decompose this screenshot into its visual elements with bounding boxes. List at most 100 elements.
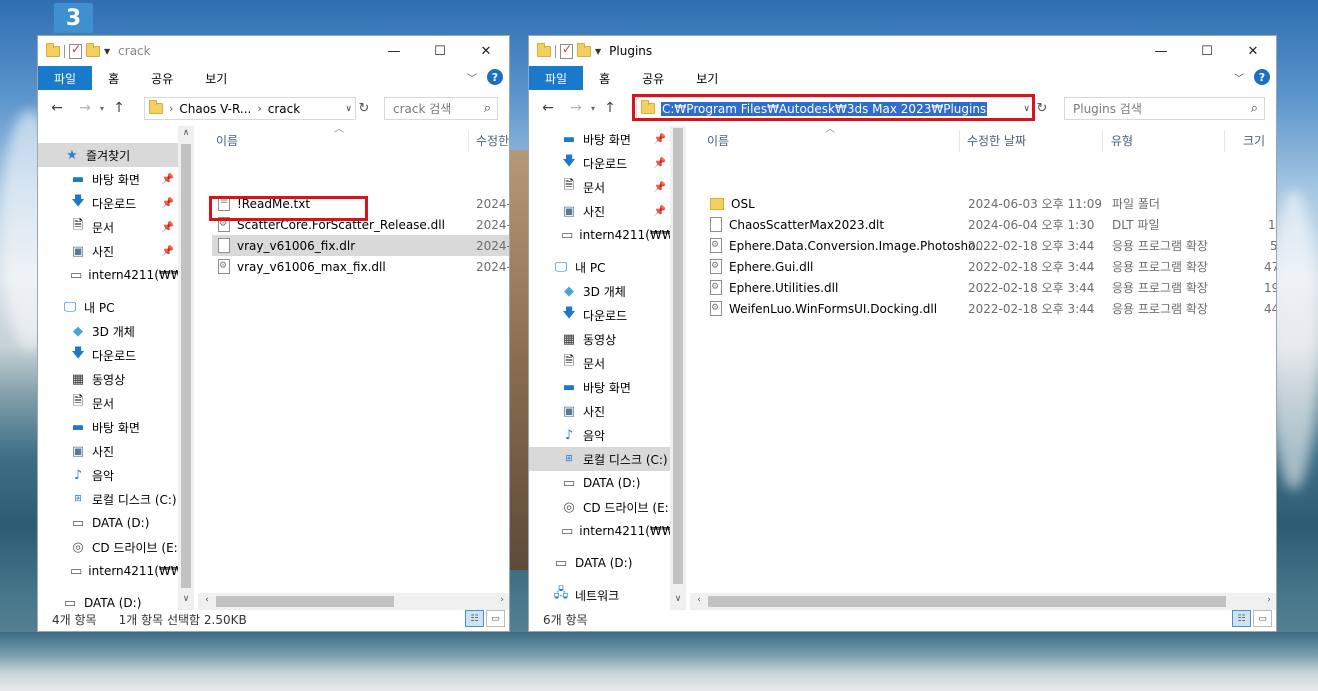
breadcrumb-arrow-icon[interactable]: ›: [257, 102, 261, 115]
file-row[interactable]: WeifenLuo.WinFormsUI.Docking.dll 2022-02…: [704, 298, 1276, 319]
help-icon[interactable]: ?: [1254, 69, 1270, 85]
recent-locations-icon[interactable]: ▾: [96, 104, 108, 113]
nav-data-drive-2[interactable]: ▭ DATA (D:): [529, 551, 670, 575]
customize-dropdown-icon[interactable]: ▼: [104, 47, 110, 56]
file-row[interactable]: OSL 2024-06-03 오후 11:09 파일 폴더: [704, 193, 1276, 214]
file-row[interactable]: Ephere.Data.Conversion.Image.Photosho...…: [704, 235, 1276, 256]
file-row[interactable]: vray_v61006_max_fix.dll 2024-0: [212, 256, 509, 277]
up-button[interactable]: ↑: [599, 100, 621, 116]
nav-cd-drive[interactable]: ◎ CD 드라이브 (E:: [38, 535, 178, 559]
column-header-size[interactable]: 크기: [1243, 126, 1265, 154]
nav-desktop[interactable]: ▬ 바탕 화면 📌: [529, 127, 670, 151]
nav-downloads-pc[interactable]: 🡇 다운로드: [38, 343, 178, 367]
nav-scrollbar[interactable]: ∨: [670, 126, 686, 610]
scroll-left-icon[interactable]: ‹: [692, 595, 706, 605]
scroll-up-icon[interactable]: ∧: [179, 128, 193, 138]
nav-documents-pc[interactable]: 🗎 문서: [38, 391, 178, 415]
tab-file[interactable]: 파일: [38, 66, 93, 90]
column-header-name[interactable]: 이름 ︿: [216, 124, 466, 154]
customize-dropdown-icon[interactable]: ▼: [595, 47, 601, 56]
file-row[interactable]: Ephere.Utilities.dll 2022-02-18 오후 3:44 …: [704, 277, 1276, 298]
tab-home[interactable]: 홈: [583, 66, 626, 90]
pin-icon[interactable]: 📌: [654, 182, 666, 193]
scroll-down-icon[interactable]: ∨: [179, 594, 193, 604]
column-divider[interactable]: [1102, 130, 1103, 152]
column-header-name[interactable]: 이름 ︿: [707, 124, 957, 154]
nav-documents[interactable]: 🗎 문서 📌: [38, 215, 178, 239]
nav-local-disk[interactable]: ⊞ 로컬 디스크 (C:): [529, 447, 670, 471]
nav-network-drive[interactable]: ▭ intern4211(₩₩ir: [38, 263, 191, 287]
column-divider[interactable]: [1224, 130, 1225, 152]
details-view-button[interactable]: ☷: [465, 610, 484, 627]
nav-desktop[interactable]: ▬ 바탕 화면 📌: [38, 167, 178, 191]
new-folder-icon[interactable]: [86, 42, 100, 57]
up-button[interactable]: ↑: [108, 100, 130, 116]
close-button[interactable]: ✕: [1230, 36, 1276, 66]
nav-network-drive[interactable]: ▭ intern4211(₩₩ir: [529, 223, 682, 247]
nav-this-pc[interactable]: 🖵 내 PC: [38, 295, 178, 319]
column-divider[interactable]: [959, 130, 960, 152]
pin-icon[interactable]: 📌: [162, 222, 174, 233]
address-dropdown-icon[interactable]: ∨: [345, 104, 352, 114]
details-view-button[interactable]: ☷: [1232, 610, 1251, 627]
properties-icon[interactable]: [69, 42, 82, 59]
nav-music[interactable]: ♪ 음악: [529, 423, 670, 447]
nav-pictures[interactable]: ▣ 사진 📌: [529, 199, 670, 223]
minimize-button[interactable]: —: [371, 36, 417, 66]
nav-scrollbar[interactable]: ∧ ∨: [178, 126, 194, 610]
scrollbar-thumb[interactable]: [181, 144, 191, 588]
nav-data-drive[interactable]: ▭ DATA (D:): [529, 471, 670, 495]
scroll-right-icon[interactable]: ›: [1262, 595, 1276, 605]
pin-icon[interactable]: 📌: [162, 174, 174, 185]
recent-locations-icon[interactable]: ▾: [587, 104, 599, 113]
breadcrumb-segment[interactable]: Chaos V-R...: [179, 102, 251, 116]
file-row-selected[interactable]: vray_v61006_fix.dlr 2024-0: [212, 235, 509, 256]
tab-file[interactable]: 파일: [529, 66, 584, 90]
scroll-right-icon[interactable]: ›: [495, 595, 509, 605]
nav-local-disk[interactable]: ⊞ 로컬 디스크 (C:): [38, 487, 178, 511]
nav-music[interactable]: ♪ 음악: [38, 463, 178, 487]
large-icons-view-button[interactable]: ▭: [1253, 610, 1272, 627]
column-header-modified[interactable]: 수정한: [476, 126, 509, 154]
tab-share[interactable]: 공유: [626, 66, 680, 90]
refresh-button[interactable]: ↻: [1032, 97, 1052, 120]
pin-icon[interactable]: 📌: [654, 206, 666, 217]
nav-pictures-pc[interactable]: ▣ 사진: [529, 399, 670, 423]
nav-desktop-pc[interactable]: ▬ 바탕 화면: [38, 415, 178, 439]
forward-button[interactable]: →: [74, 100, 96, 116]
minimize-button[interactable]: —: [1138, 36, 1184, 66]
help-icon[interactable]: ?: [487, 69, 503, 85]
pin-icon[interactable]: 📌: [654, 134, 666, 145]
nav-network[interactable]: 🖧 네트워크: [529, 583, 670, 607]
pin-icon[interactable]: 📌: [162, 198, 174, 209]
forward-button[interactable]: →: [565, 100, 587, 116]
tab-view[interactable]: 보기: [189, 66, 243, 90]
nav-videos[interactable]: ▦ 동영상: [38, 367, 178, 391]
tab-home[interactable]: 홈: [92, 66, 135, 90]
scroll-down-icon[interactable]: ∨: [671, 594, 685, 604]
nav-this-pc[interactable]: 🖵 내 PC: [529, 255, 670, 279]
expand-ribbon-icon[interactable]: ﹀: [467, 70, 477, 85]
nav-cd-drive[interactable]: ◎ CD 드라이브 (E:: [529, 495, 670, 519]
new-folder-icon[interactable]: [577, 42, 591, 57]
search-input[interactable]: Plugins 검색 ⌕: [1064, 97, 1265, 120]
scroll-left-icon[interactable]: ‹: [200, 595, 214, 605]
scrollbar-thumb[interactable]: [216, 596, 394, 607]
scrollbar-thumb[interactable]: [708, 596, 1226, 607]
file-row[interactable]: Ephere.Gui.dll 2022-02-18 오후 3:44 응용 프로그…: [704, 256, 1276, 277]
nav-pictures-pc[interactable]: ▣ 사진: [38, 439, 178, 463]
file-row[interactable]: ChaosScatterMax2023.dlt 2024-06-04 오후 1:…: [704, 214, 1276, 235]
nav-downloads-pc[interactable]: 🡇 다운로드: [529, 303, 670, 327]
properties-icon[interactable]: [560, 42, 573, 59]
nav-3d-objects[interactable]: ◆ 3D 개체: [38, 319, 178, 343]
search-input[interactable]: crack 검색 ⌕: [384, 97, 498, 120]
column-divider[interactable]: [468, 130, 469, 152]
back-button[interactable]: ←: [46, 100, 68, 116]
expand-ribbon-icon[interactable]: ﹀: [1234, 70, 1244, 85]
nav-documents-pc[interactable]: 🗎 문서: [529, 351, 670, 375]
breadcrumb-segment[interactable]: crack: [268, 102, 300, 116]
nav-3d-objects[interactable]: ◆ 3D 개체: [529, 279, 670, 303]
tab-view[interactable]: 보기: [680, 66, 734, 90]
back-button[interactable]: ←: [537, 100, 559, 116]
breadcrumb-arrow-icon[interactable]: ›: [169, 102, 173, 115]
